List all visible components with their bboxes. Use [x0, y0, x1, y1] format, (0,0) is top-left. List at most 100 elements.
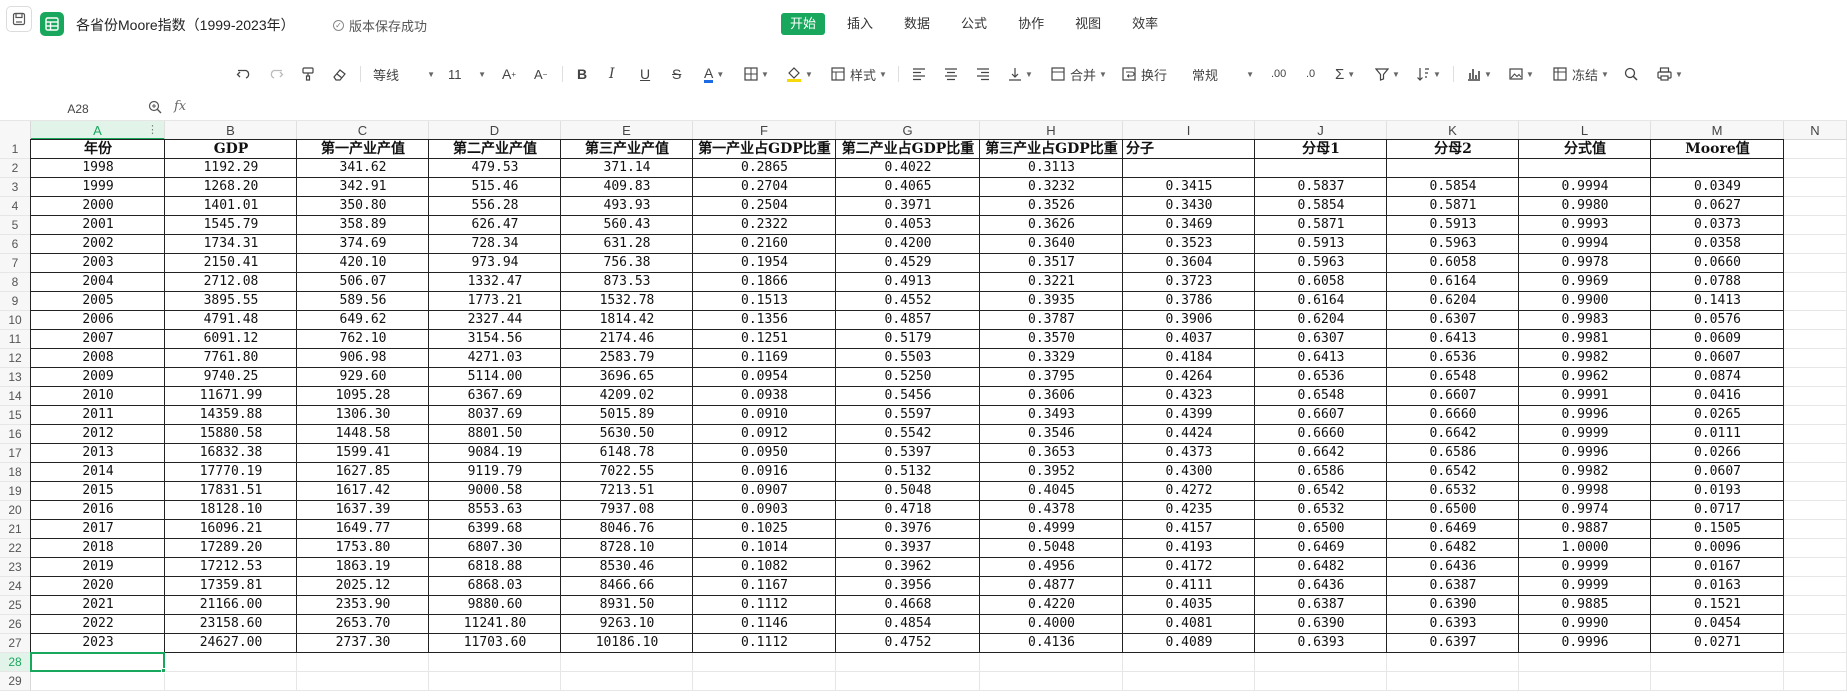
- data-cell[interactable]: 0.6387: [1255, 596, 1387, 615]
- data-cell[interactable]: 4791.48: [165, 311, 297, 330]
- data-cell[interactable]: 9000.58: [429, 482, 561, 501]
- data-cell[interactable]: 762.10: [297, 330, 429, 349]
- data-cell[interactable]: 7937.08: [561, 501, 693, 520]
- row-header-7[interactable]: 7: [0, 254, 31, 273]
- data-cell[interactable]: 0.6482: [1255, 558, 1387, 577]
- data-cell[interactable]: 2353.90: [297, 596, 429, 615]
- data-cell[interactable]: 9740.25: [165, 368, 297, 387]
- row-header-10[interactable]: 10: [0, 311, 31, 330]
- data-cell[interactable]: 0.4111: [1123, 577, 1255, 596]
- align-right-icon[interactable]: [976, 56, 990, 92]
- data-cell[interactable]: 0.6532: [1255, 501, 1387, 520]
- data-cell[interactable]: 2150.41: [165, 254, 297, 273]
- data-cell[interactable]: 1306.30: [297, 406, 429, 425]
- data-cell[interactable]: 0.4877: [980, 577, 1123, 596]
- data-cell[interactable]: 0.4035: [1123, 596, 1255, 615]
- column-header-f[interactable]: F: [693, 121, 836, 140]
- data-cell[interactable]: 6818.88: [429, 558, 561, 577]
- data-cell[interactable]: 0.4529: [836, 254, 980, 273]
- data-cell[interactable]: 17831.51: [165, 482, 297, 501]
- data-cell[interactable]: [1123, 159, 1255, 178]
- data-cell[interactable]: 7761.80: [165, 349, 297, 368]
- data-cell[interactable]: 2007: [31, 330, 165, 349]
- data-cell[interactable]: 0.4373: [1123, 444, 1255, 463]
- font-color-button[interactable]: A ▼: [704, 56, 724, 92]
- data-cell[interactable]: 0.9991: [1519, 387, 1651, 406]
- row-header-4[interactable]: 4: [0, 197, 31, 216]
- data-cell[interactable]: 0.6660: [1387, 406, 1519, 425]
- data-cell[interactable]: 0.4037: [1123, 330, 1255, 349]
- data-cell[interactable]: 0.4081: [1123, 615, 1255, 634]
- data-cell[interactable]: 0.4323: [1123, 387, 1255, 406]
- row-header-24[interactable]: 24: [0, 577, 31, 596]
- row-header-16[interactable]: 16: [0, 425, 31, 444]
- row-header-3[interactable]: 3: [0, 178, 31, 197]
- cell-reference-box[interactable]: A28: [16, 99, 140, 119]
- data-cell[interactable]: 0.6536: [1255, 368, 1387, 387]
- data-cell[interactable]: 1627.85: [297, 463, 429, 482]
- data-cell[interactable]: 0.4857: [836, 311, 980, 330]
- data-cell[interactable]: 17359.81: [165, 577, 297, 596]
- data-cell[interactable]: 0.0163: [1651, 577, 1784, 596]
- row-header-2[interactable]: 2: [0, 159, 31, 178]
- data-cell[interactable]: 2023: [31, 634, 165, 653]
- data-cell[interactable]: 2653.70: [297, 615, 429, 634]
- data-cell[interactable]: 0.4913: [836, 273, 980, 292]
- data-cell[interactable]: 1753.80: [297, 539, 429, 558]
- data-cell[interactable]: 0.2865: [693, 159, 836, 178]
- data-cell[interactable]: 2022: [31, 615, 165, 634]
- data-cell[interactable]: 0.2704: [693, 178, 836, 197]
- data-cell[interactable]: 17289.20: [165, 539, 297, 558]
- data-cell[interactable]: 17770.19: [165, 463, 297, 482]
- eraser-icon[interactable]: [332, 56, 348, 92]
- data-cell[interactable]: 6807.30: [429, 539, 561, 558]
- data-cell[interactable]: 0.0349: [1651, 178, 1784, 197]
- data-cell[interactable]: 0.4399: [1123, 406, 1255, 425]
- data-cell[interactable]: 0.3723: [1123, 273, 1255, 292]
- column-header-l[interactable]: L: [1519, 121, 1651, 140]
- data-cell[interactable]: 0.4220: [980, 596, 1123, 615]
- data-cell[interactable]: 24627.00: [165, 634, 297, 653]
- data-cell[interactable]: 0.4045: [980, 482, 1123, 501]
- data-cell[interactable]: 17212.53: [165, 558, 297, 577]
- data-cell[interactable]: 0.2322: [693, 216, 836, 235]
- fill-color-button[interactable]: ▼: [786, 56, 813, 92]
- data-cell[interactable]: 0.1025: [693, 520, 836, 539]
- data-cell[interactable]: 0.5503: [836, 349, 980, 368]
- row-header-9[interactable]: 9: [0, 292, 31, 311]
- fx-icon[interactable]: fx: [174, 99, 186, 114]
- data-cell[interactable]: 0.1112: [693, 596, 836, 615]
- data-cell[interactable]: 0.0193: [1651, 482, 1784, 501]
- data-cell[interactable]: 0.9982: [1519, 463, 1651, 482]
- data-cell[interactable]: 0.1505: [1651, 520, 1784, 539]
- data-cell[interactable]: 0.3787: [980, 311, 1123, 330]
- data-cell[interactable]: 0.5397: [836, 444, 980, 463]
- header-cell[interactable]: 年份: [31, 140, 165, 159]
- data-cell[interactable]: 0.1146: [693, 615, 836, 634]
- data-cell[interactable]: 0.3626: [980, 216, 1123, 235]
- data-cell[interactable]: 2006: [31, 311, 165, 330]
- data-cell[interactable]: 0.0874: [1651, 368, 1784, 387]
- search-icon[interactable]: [1624, 56, 1638, 92]
- data-cell[interactable]: 1448.58: [297, 425, 429, 444]
- strikethrough-icon[interactable]: S: [672, 56, 681, 92]
- data-cell[interactable]: 0.6058: [1387, 254, 1519, 273]
- data-cell[interactable]: 0.0167: [1651, 558, 1784, 577]
- data-cell[interactable]: [1519, 159, 1651, 178]
- zoom-icon[interactable]: [148, 100, 162, 117]
- data-cell[interactable]: 0.4264: [1123, 368, 1255, 387]
- data-cell[interactable]: 0.6542: [1255, 482, 1387, 501]
- data-cell[interactable]: 0.3329: [980, 349, 1123, 368]
- data-cell[interactable]: 6399.68: [429, 520, 561, 539]
- column-header-k[interactable]: K: [1387, 121, 1519, 140]
- sort-button[interactable]: ▼: [1416, 56, 1441, 92]
- data-cell[interactable]: 0.6500: [1255, 520, 1387, 539]
- data-cell[interactable]: 0.9999: [1519, 425, 1651, 444]
- data-cell[interactable]: 0.6413: [1255, 349, 1387, 368]
- data-cell[interactable]: 0.3976: [836, 520, 980, 539]
- data-cell[interactable]: 1268.20: [165, 178, 297, 197]
- data-cell[interactable]: 0.2504: [693, 197, 836, 216]
- data-cell[interactable]: 0.6469: [1255, 539, 1387, 558]
- data-cell[interactable]: 21166.00: [165, 596, 297, 615]
- data-cell[interactable]: 0.9887: [1519, 520, 1651, 539]
